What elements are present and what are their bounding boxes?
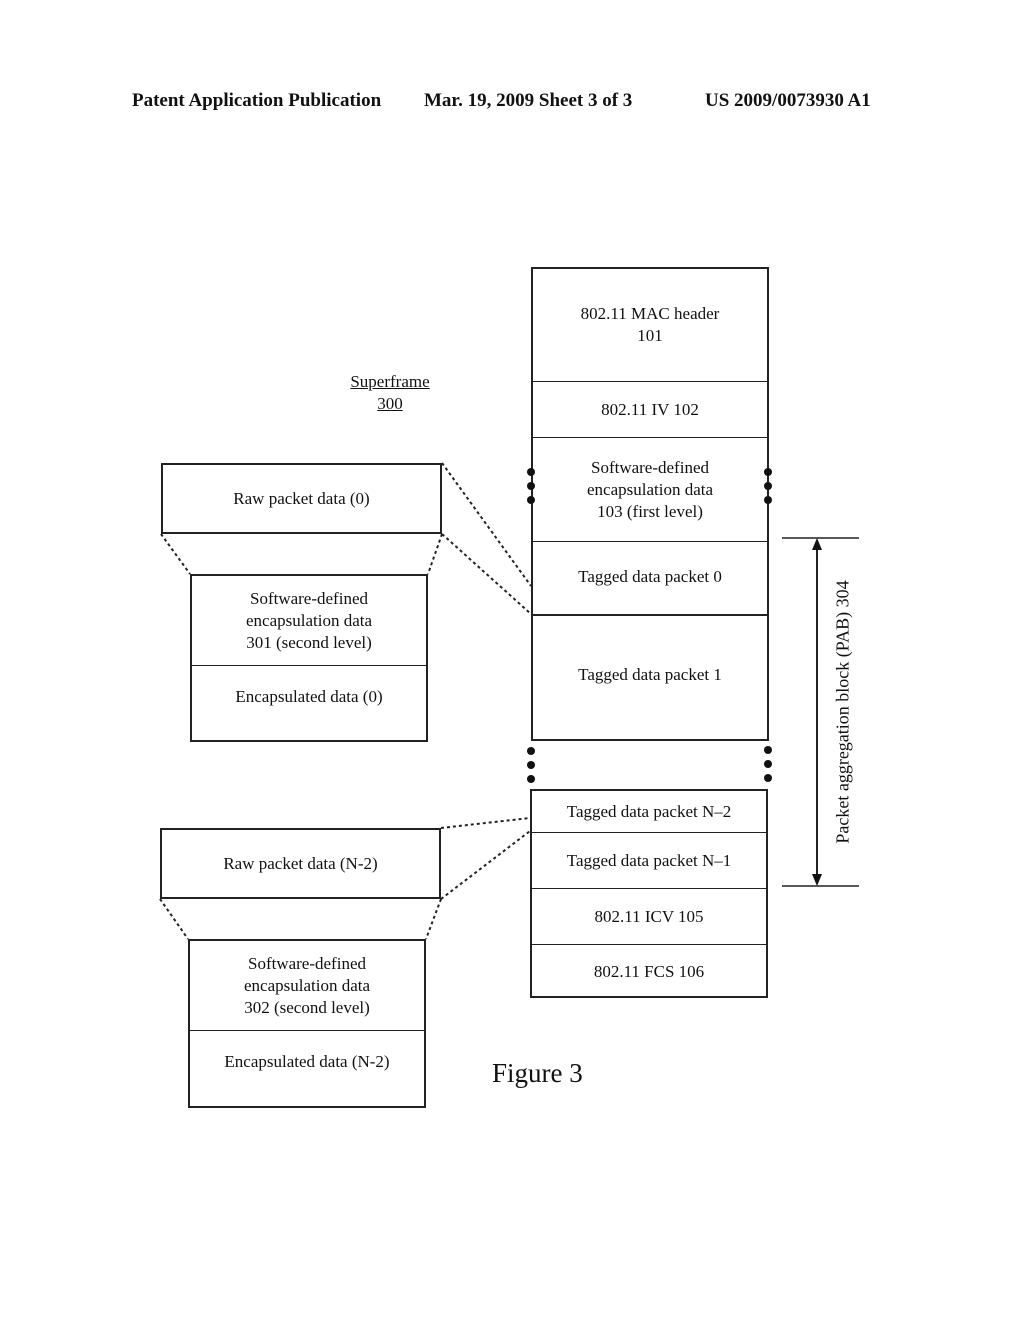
dotted-connector xyxy=(440,830,531,900)
tagged-packet-n1-cell: Tagged data packet N–1 xyxy=(532,832,766,888)
encapsulated-n2-label: Encapsulated data (N-2) xyxy=(224,1052,390,1071)
header-date-sheet: Mar. 19, 2009 Sheet 3 of 3 xyxy=(424,90,633,111)
raw-packet-0-box: Raw packet data (0) xyxy=(161,463,442,534)
superframe-number: 300 xyxy=(377,394,403,413)
header-pub-number: US 2009/0073930 A1 xyxy=(705,90,871,111)
superframe-label: Superframe 300 xyxy=(340,371,440,415)
dotted-connector xyxy=(440,817,531,829)
sw-encap-301-cell: Software-defined encapsulation data 301 … xyxy=(192,576,426,665)
sw-encap-first-line2: encapsulation data xyxy=(586,479,714,499)
ellipsis-dot xyxy=(764,760,772,768)
frame-stack-top: 802.11 MAC header 101 802.11 IV 102 Soft… xyxy=(531,267,769,616)
figure-caption: Figure 3 xyxy=(492,1058,583,1088)
icv-label: 802.11 ICV 105 xyxy=(594,906,704,926)
tagged-packet-n2-cell: Tagged data packet N–2 xyxy=(532,791,766,832)
connector-overlay xyxy=(159,462,859,940)
sw-encap-302-line2: encapsulation data xyxy=(243,975,371,995)
tagged-packet-0-label: Tagged data packet 0 xyxy=(578,567,722,586)
tagged-packet-1-label: Tagged data packet 1 xyxy=(578,664,722,684)
ellipsis-dot xyxy=(527,775,535,783)
sw-encap-302-cell: Software-defined encapsulation data 302 … xyxy=(190,941,424,1030)
mac-header-number: 101 xyxy=(637,326,663,345)
encapsulated-n2-cell: Encapsulated data (N-2) xyxy=(190,1030,424,1108)
dotted-connector xyxy=(427,533,443,575)
pab-arrow-head-up xyxy=(812,538,822,550)
tagged-packet-n1-label: Tagged data packet N–1 xyxy=(566,850,732,870)
encapsulated-0-label: Encapsulated data (0) xyxy=(235,687,383,706)
sw-encap-first-line3: 103 (first level) xyxy=(597,501,703,521)
sw-encap-302-line3: 302 (second level) xyxy=(244,997,370,1017)
dotted-connector xyxy=(159,898,189,940)
tagged-packet-1-cell: Tagged data packet 1 xyxy=(531,614,769,741)
pab-label: Packet aggregation block (PAB) 304 xyxy=(832,580,853,844)
mac-header-cell: 802.11 MAC header 101 xyxy=(533,269,767,381)
ellipsis-dot xyxy=(527,761,535,769)
frame-stack-bottom: Tagged data packet N–2 Tagged data packe… xyxy=(530,789,768,998)
iv-label: 802.11 IV 102 xyxy=(601,399,699,419)
encapsulated-0-cell: Encapsulated data (0) xyxy=(192,665,426,742)
sw-encap-301-line2: encapsulation data xyxy=(245,610,373,630)
icv-cell: 802.11 ICV 105 xyxy=(532,888,766,944)
ellipsis-dot xyxy=(764,774,772,782)
tagged-packet-0-cell: Tagged data packet 0 xyxy=(533,541,767,618)
dotted-connector xyxy=(441,462,532,587)
encap-n2-box: Software-defined encapsulation data 302 … xyxy=(188,939,426,1108)
ellipsis-dot xyxy=(764,746,772,754)
raw-packet-n2-box: Raw packet data (N-2) xyxy=(160,828,441,899)
mac-header-label: 802.11 MAC header xyxy=(580,304,720,323)
dotted-connector xyxy=(441,533,532,615)
superframe-title: Superframe xyxy=(350,372,430,391)
raw-packet-0-label: Raw packet data (0) xyxy=(233,488,370,508)
sw-encap-301-line3: 301 (second level) xyxy=(246,632,372,652)
sw-encap-302-line1: Software-defined xyxy=(247,953,366,973)
dotted-connector xyxy=(160,533,191,575)
dotted-connector xyxy=(425,898,442,940)
raw-packet-n2-label: Raw packet data (N-2) xyxy=(223,853,378,873)
sw-encap-first-line1: Software-defined xyxy=(590,457,709,477)
sw-encap-first-cell: Software-defined encapsulation data 103 … xyxy=(533,437,767,541)
fcs-label: 802.11 FCS 106 xyxy=(593,961,705,981)
tagged-packet-n2-label: Tagged data packet N–2 xyxy=(566,801,732,821)
encap-0-box: Software-defined encapsulation data 301 … xyxy=(190,574,428,742)
fcs-cell: 802.11 FCS 106 xyxy=(532,944,766,998)
header-publication: Patent Application Publication xyxy=(132,90,382,111)
sw-encap-301-line1: Software-defined xyxy=(249,588,368,608)
iv-cell: 802.11 IV 102 xyxy=(533,381,767,437)
ellipsis-dot xyxy=(527,747,535,755)
pab-arrow-head-down xyxy=(812,874,822,886)
